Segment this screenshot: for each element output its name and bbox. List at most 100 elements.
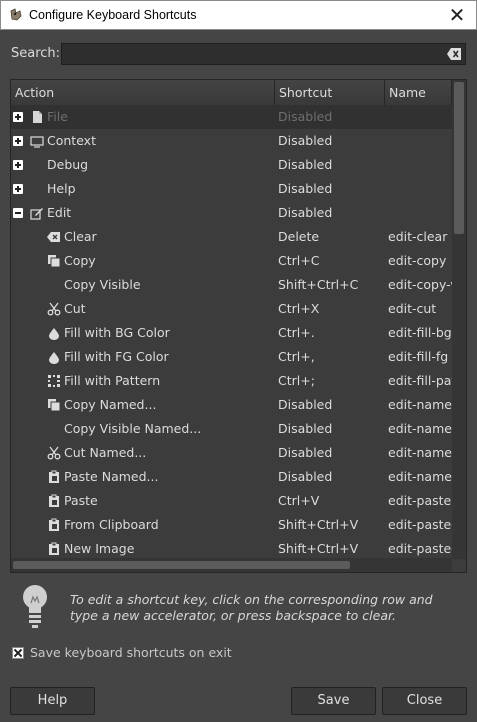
column-header-shortcut[interactable]: Shortcut (275, 80, 385, 105)
tree-row[interactable]: Edit Disabled (11, 201, 452, 225)
save-on-exit-checkbox[interactable] (12, 646, 24, 659)
column-header-name[interactable]: Name (385, 80, 452, 105)
action-name: edit-copy-v (388, 277, 452, 292)
action-name: edit-fill-pat (388, 373, 452, 388)
copy-icon (48, 399, 61, 412)
tree-row[interactable]: Copy Visible Shift+Ctrl+C edit-copy-v (11, 273, 452, 297)
cut-icon (47, 302, 61, 316)
action-name: edit-paste (388, 493, 452, 508)
action-name: edit-fill-fg (388, 349, 449, 364)
shortcut-label[interactable]: Delete (278, 225, 319, 249)
shortcut-label[interactable]: Disabled (278, 393, 332, 417)
hint-text: To edit a shortcut key, click on the cor… (70, 592, 433, 623)
action-name: edit-namec (388, 397, 452, 412)
context-icon (30, 136, 44, 148)
shortcut-label[interactable]: Ctrl+X (278, 297, 319, 321)
expand-icon[interactable] (13, 160, 23, 170)
shortcut-label[interactable]: Disabled (278, 417, 332, 441)
expand-icon[interactable] (13, 136, 23, 146)
pattern-icon (48, 375, 60, 387)
action-name: edit-namec (388, 421, 452, 436)
action-label: Paste Named... (64, 469, 159, 484)
close-button[interactable]: Close (382, 687, 467, 715)
tree-row[interactable]: Paste Named... Disabled edit-namec (11, 465, 452, 489)
clear-icon (47, 232, 60, 242)
tree-row[interactable]: Context Disabled (11, 129, 452, 153)
tree-row[interactable]: Copy Ctrl+C edit-copy (11, 249, 452, 273)
save-on-exit-row[interactable]: Save keyboard shortcuts on exit (12, 645, 232, 660)
action-label: Copy Visible (64, 277, 141, 292)
column-header-action[interactable]: Action (11, 80, 275, 105)
tree-row[interactable]: Copy Named... Disabled edit-namec (11, 393, 452, 417)
action-name: edit-cut (388, 301, 437, 316)
action-name: edit-copy (388, 253, 447, 268)
action-name: edit-paste- (388, 541, 452, 556)
collapse-icon[interactable] (13, 208, 23, 218)
expand-icon[interactable] (13, 112, 23, 122)
tree-row[interactable]: Paste Ctrl+V edit-paste (11, 489, 452, 513)
action-label: Fill with Pattern (64, 373, 161, 388)
save-on-exit-label[interactable]: Save keyboard shortcuts on exit (30, 645, 232, 660)
shortcut-label[interactable]: Disabled (278, 441, 332, 465)
paste-icon (49, 494, 59, 507)
action-name: edit-paste- (388, 517, 452, 532)
action-name: edit-namec (388, 445, 452, 460)
tree-row[interactable]: Cut Named... Disabled edit-namec (11, 441, 452, 465)
tree-row[interactable]: Debug Disabled (11, 153, 452, 177)
horizontal-scroll-thumb[interactable] (13, 561, 350, 569)
shortcuts-tree[interactable]: Action Shortcut Name File Disabled Context… (10, 79, 467, 573)
horizontal-scrollbar[interactable] (11, 558, 452, 572)
shortcut-label[interactable]: Disabled (278, 177, 332, 201)
close-window-icon[interactable]: ✕ (446, 4, 468, 26)
clear-search-icon[interactable] (447, 48, 461, 60)
save-button[interactable]: Save (291, 687, 376, 715)
shortcut-label[interactable]: Ctrl+. (278, 321, 315, 345)
tree-row[interactable]: Copy Visible Named... Disabled edit-namec (11, 417, 452, 441)
search-label: Search: (11, 46, 61, 61)
expand-icon[interactable] (13, 184, 23, 194)
vertical-scroll-thumb[interactable] (454, 82, 464, 234)
shortcut-label[interactable]: Shift+Ctrl+V (278, 513, 358, 537)
vertical-scrollbar[interactable] (452, 80, 466, 559)
fill-icon (49, 352, 59, 364)
action-label: Copy (64, 253, 96, 268)
tree-row[interactable]: Help Disabled (11, 177, 452, 201)
shortcut-label[interactable]: Disabled (278, 153, 332, 177)
action-label: Copy Named... (64, 397, 157, 412)
help-button[interactable]: Help (10, 687, 95, 715)
shortcut-label[interactable]: Ctrl+C (278, 249, 319, 273)
tree-row[interactable]: Clear Delete edit-clear (11, 225, 452, 249)
action-label: Fill with FG Color (64, 349, 169, 364)
action-name: edit-clear (388, 229, 448, 244)
action-label: Help (47, 181, 76, 196)
shortcut-label[interactable]: Ctrl+V (278, 489, 319, 513)
shortcut-label[interactable]: Disabled (278, 465, 332, 489)
tree-row[interactable]: Cut Ctrl+X edit-cut (11, 297, 452, 321)
shortcut-label[interactable]: Ctrl+, (278, 345, 315, 369)
tree-row[interactable]: File Disabled (11, 105, 452, 129)
action-label: Fill with BG Color (64, 325, 170, 340)
action-label: Cut Named... (64, 445, 147, 460)
tree-row[interactable]: Fill with BG Color Ctrl+. edit-fill-bg (11, 321, 452, 345)
shortcut-label[interactable]: Shift+Ctrl+C (278, 273, 358, 297)
tree-row[interactable]: From Clipboard Shift+Ctrl+V edit-paste- (11, 513, 452, 537)
action-label: Copy Visible Named... (64, 421, 202, 436)
shortcut-label[interactable]: Ctrl+; (278, 369, 315, 393)
shortcut-label[interactable]: Disabled (278, 201, 332, 225)
tree-header: Action Shortcut Name (11, 80, 452, 106)
action-label: Edit (47, 205, 72, 220)
edit-icon (30, 208, 43, 220)
tree-row[interactable]: Fill with Pattern Ctrl+; edit-fill-pat (11, 369, 452, 393)
shortcut-label[interactable]: Disabled (278, 129, 332, 153)
tree-row[interactable]: Fill with FG Color Ctrl+, edit-fill-fg (11, 345, 452, 369)
search-field[interactable] (61, 43, 466, 65)
shortcut-label[interactable]: Shift+Ctrl+V (278, 537, 358, 559)
action-name: edit-fill-bg (388, 325, 452, 340)
action-label: Clear (64, 229, 97, 244)
fill-icon (49, 328, 59, 340)
search-input[interactable] (62, 44, 454, 64)
paste-icon (49, 470, 59, 483)
action-label: File (47, 109, 68, 124)
tree-row[interactable]: New Image Shift+Ctrl+V edit-paste- (11, 537, 452, 559)
shortcut-label[interactable]: Disabled (278, 105, 332, 129)
